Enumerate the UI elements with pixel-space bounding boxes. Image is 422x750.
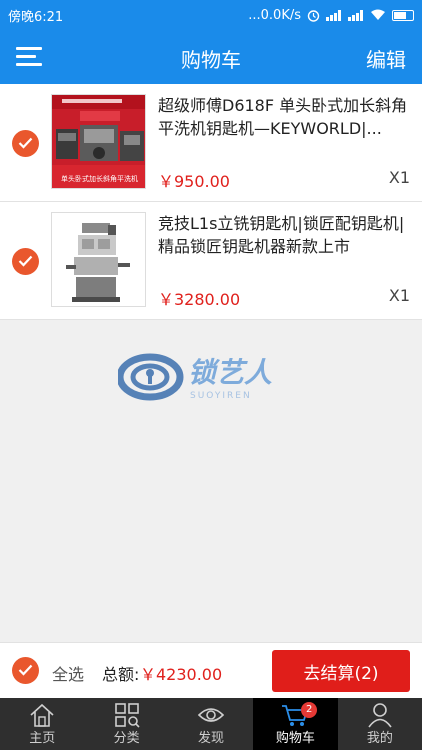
checkmark-icon — [18, 255, 33, 267]
checkmark-icon — [18, 137, 33, 149]
checkmark-icon — [18, 664, 33, 676]
select-all-label[interactable]: 全选 — [52, 661, 84, 685]
total-label: 总额: — [102, 665, 140, 684]
tab-discover-label: 发现 — [198, 731, 225, 746]
cart-item[interactable]: 单头卧式加长斜角平洗机 超级师傅D618F 单头卧式加长斜角平洗机钥匙机—KEY… — [0, 84, 422, 202]
category-grid-icon — [114, 703, 140, 728]
home-icon — [30, 703, 54, 727]
cart-item[interactable]: 竞技L1s立铣钥匙机|锁匠配钥匙机|精品锁匠钥匙机器新款上市 ￥3280.00 … — [0, 202, 422, 320]
signal-icon-2 — [348, 9, 364, 21]
network-speed: ...0.0K/s — [248, 7, 301, 23]
status-indicators: ...0.0K/s — [248, 8, 414, 23]
checkout-button[interactable]: 去结算(2) — [272, 650, 410, 692]
product-price: ￥950.00 — [158, 172, 230, 191]
item-checkbox[interactable] — [12, 130, 39, 157]
eye-icon — [197, 708, 225, 722]
tab-category[interactable]: 分类 — [84, 698, 168, 750]
product-name[interactable]: 超级师傅D618F 单头卧式加长斜角平洗机钥匙机—KEYWORLD|... — [158, 94, 408, 140]
cart-count-badge: 2 — [301, 702, 318, 718]
checkout-bar: 全选 总额: ￥4230.00 去结算(2) — [0, 642, 422, 698]
product-price: ￥3280.00 — [158, 290, 241, 309]
product-image[interactable] — [51, 212, 146, 307]
watermark-text: 锁艺人 — [188, 356, 272, 389]
tab-cart[interactable]: 2 购物车 — [253, 698, 338, 750]
wifi-icon — [371, 9, 385, 20]
tab-home-label: 主页 — [29, 731, 56, 746]
product-quantity: X1 — [388, 286, 410, 305]
tab-category-label: 分类 — [113, 731, 140, 746]
total-value: ￥4230.00 — [140, 665, 223, 684]
cart-list: 单头卧式加长斜角平洗机 超级师傅D618F 单头卧式加长斜角平洗机钥匙机—KEY… — [0, 84, 422, 320]
tab-profile[interactable]: 我的 — [338, 698, 422, 750]
page-title: 购物车 — [181, 48, 241, 72]
brand-watermark-logo: 锁艺人 SUOYIREN — [118, 353, 272, 401]
status-time: 傍晚6:21 — [8, 9, 64, 25]
status-bar: 傍晚6:21 ...0.0K/s — [0, 0, 422, 30]
alarm-icon — [307, 9, 320, 22]
nav-bar: 购物车 编辑 — [0, 30, 422, 84]
signal-icon — [326, 9, 342, 21]
battery-icon — [392, 9, 414, 21]
select-all-checkbox[interactable] — [12, 657, 39, 684]
watermark-subtext: SUOYIREN — [190, 391, 252, 401]
product-image[interactable]: 单头卧式加长斜角平洗机 — [51, 94, 146, 189]
tab-home[interactable]: 主页 — [0, 698, 84, 750]
product-image-caption: 单头卧式加长斜角平洗机 — [61, 174, 138, 183]
product-name[interactable]: 竞技L1s立铣钥匙机|锁匠配钥匙机|精品锁匠钥匙机器新款上市 — [158, 212, 408, 258]
tab-cart-label: 购物车 — [275, 731, 315, 746]
tab-discover[interactable]: 发现 — [169, 698, 253, 750]
edit-button[interactable]: 编辑 — [366, 44, 406, 73]
product-quantity: X1 — [388, 168, 410, 187]
user-icon — [368, 703, 392, 728]
item-checkbox[interactable] — [12, 248, 39, 275]
tab-profile-label: 我的 — [366, 731, 393, 746]
bottom-tab-bar: 主页 分类 发现 2 购物车 我的 — [0, 698, 422, 750]
